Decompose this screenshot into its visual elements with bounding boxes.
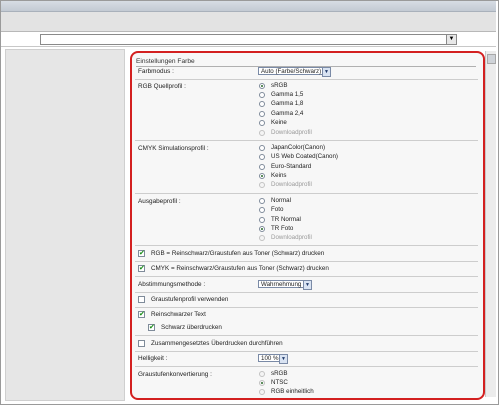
zusammengesetzt-label: Zusammengesetztes Überdrucken durchführe… xyxy=(151,340,283,347)
address-dropdown[interactable]: ▼ xyxy=(40,34,457,45)
divider xyxy=(135,261,478,262)
radio-cmyk-us-web-coated[interactable] xyxy=(259,154,265,160)
abstimmungsmethode-label: Abstimmungsmethode : xyxy=(138,281,206,288)
radio-label: Normal xyxy=(271,197,291,204)
farbmodus-select[interactable]: Auto (Farbe/Schwarz) ▼ xyxy=(258,67,331,77)
divider xyxy=(135,276,478,277)
radio-rgb-srgb[interactable] xyxy=(259,83,265,89)
radio-label: Downloadprofil xyxy=(271,234,312,241)
reinschwarzer-text-label: Reinschwarzer Text xyxy=(151,311,206,318)
divider xyxy=(135,193,478,194)
radio-grau-ntsc xyxy=(259,380,265,386)
scrollbar-thumb[interactable] xyxy=(487,54,496,64)
radio-ausgabe-foto[interactable] xyxy=(259,207,265,213)
radio-ausgabe-tr-normal[interactable] xyxy=(259,217,265,223)
radio-ausgabe-downloadprofil xyxy=(259,235,265,241)
radio-label: Foto xyxy=(271,206,284,213)
abstimmungsmethode-select[interactable]: Wahrnehmung ▼ xyxy=(258,280,312,290)
radio-cmyk-euro-standard[interactable] xyxy=(259,164,265,170)
radio-label: sRGB xyxy=(271,370,288,377)
radio-label: TR Foto xyxy=(271,225,294,232)
chevron-down-icon[interactable]: ▼ xyxy=(446,35,456,44)
radio-label: Downloadprofil xyxy=(271,181,312,188)
zusammengesetzt-checkbox[interactable] xyxy=(138,340,145,347)
divider xyxy=(135,292,478,293)
divider xyxy=(135,245,478,246)
radio-label: NTSC xyxy=(271,379,288,386)
radio-label: TR Normal xyxy=(271,216,301,223)
radio-rgb-keine[interactable] xyxy=(259,120,265,126)
schwarz-ueberdrucken-checkbox[interactable]: ✔ xyxy=(148,324,155,331)
radio-label: Gamma 1,5 xyxy=(271,91,304,98)
radio-label: Euro-Standard xyxy=(271,163,312,170)
panel-title: Einstellungen Farbe xyxy=(136,57,476,67)
radio-ausgabe-tr-foto[interactable] xyxy=(259,226,265,232)
graustufenkonvertierung-label: Graustufenkonvertierung : xyxy=(138,371,212,378)
title-bar xyxy=(1,1,496,12)
radio-rgb-gamma-2-4[interactable] xyxy=(259,111,265,117)
divider xyxy=(135,79,478,80)
graustufenprofil-label: Graustufenprofil verwenden xyxy=(151,296,229,303)
cmyk-simulationsprofil-label: CMYK Simulationsprofil : xyxy=(138,145,209,152)
rgb-reinschwarz-checkbox[interactable]: ✔ xyxy=(138,250,145,257)
reinschwarzer-text-checkbox[interactable]: ✔ xyxy=(138,311,145,318)
radio-label: Keins xyxy=(271,172,287,179)
radio-label: sRGB xyxy=(271,82,288,89)
divider xyxy=(135,366,478,367)
radio-grau-srgb xyxy=(259,371,265,377)
helligkeit-select[interactable]: 100 % ▼ xyxy=(258,354,288,364)
helligkeit-value: 100 % xyxy=(261,355,279,362)
divider xyxy=(135,140,478,141)
radio-cmyk-keins[interactable] xyxy=(259,173,265,179)
radio-label: Gamma 1,8 xyxy=(271,100,304,107)
chevron-down-icon[interactable]: ▼ xyxy=(322,67,331,77)
radio-grau-rgb-einheitlich xyxy=(259,389,265,395)
toolbar-band xyxy=(1,12,496,32)
scrollbar[interactable] xyxy=(485,51,496,397)
radio-cmyk-downloadprofil xyxy=(259,182,265,188)
ausgabeprofil-label: Ausgabeprofil : xyxy=(138,198,181,205)
radio-rgb-gamma-1-8[interactable] xyxy=(259,101,265,107)
farbmodus-label: Farbmodus : xyxy=(138,68,174,75)
radio-cmyk-japancolor[interactable] xyxy=(259,145,265,151)
divider xyxy=(135,335,478,336)
graustufenprofil-checkbox[interactable] xyxy=(138,296,145,303)
radio-label: Downloadprofil xyxy=(271,129,312,136)
rgb-quellprofil-label: RGB Quellprofil : xyxy=(138,83,186,90)
schwarz-ueberdrucken-label: Schwarz überdrucken xyxy=(161,324,222,331)
radio-label: Keine xyxy=(271,119,287,126)
radio-label: JapanColor(Canon) xyxy=(271,144,325,151)
farbmodus-value: Auto (Farbe/Schwarz) xyxy=(261,68,322,75)
radio-rgb-gamma-1-5[interactable] xyxy=(259,92,265,98)
divider xyxy=(135,351,478,352)
chevron-down-icon[interactable]: ▼ xyxy=(303,280,312,290)
radio-ausgabe-normal[interactable] xyxy=(259,198,265,204)
navigation-pane xyxy=(5,49,125,401)
rgb-reinschwarz-label: RGB = Reinschwarz/Graustufen aus Toner (… xyxy=(151,250,325,257)
radio-label: RGB einheitlich xyxy=(271,388,314,395)
cmyk-reinschwarz-label: CMYK = Reinschwarz/Graustufen aus Toner … xyxy=(151,265,329,272)
chevron-down-icon[interactable]: ▼ xyxy=(279,354,288,364)
radio-label: Gamma 2,4 xyxy=(271,110,304,117)
helligkeit-label: Helligkeit : xyxy=(138,355,168,362)
cmyk-reinschwarz-checkbox[interactable]: ✔ xyxy=(138,265,145,272)
radio-label: US Web Coated(Canon) xyxy=(271,153,338,160)
divider xyxy=(1,46,496,47)
radio-rgb-downloadprofil xyxy=(259,130,265,136)
divider xyxy=(135,307,478,308)
abstimmungsmethode-value: Wahrnehmung xyxy=(261,281,302,288)
